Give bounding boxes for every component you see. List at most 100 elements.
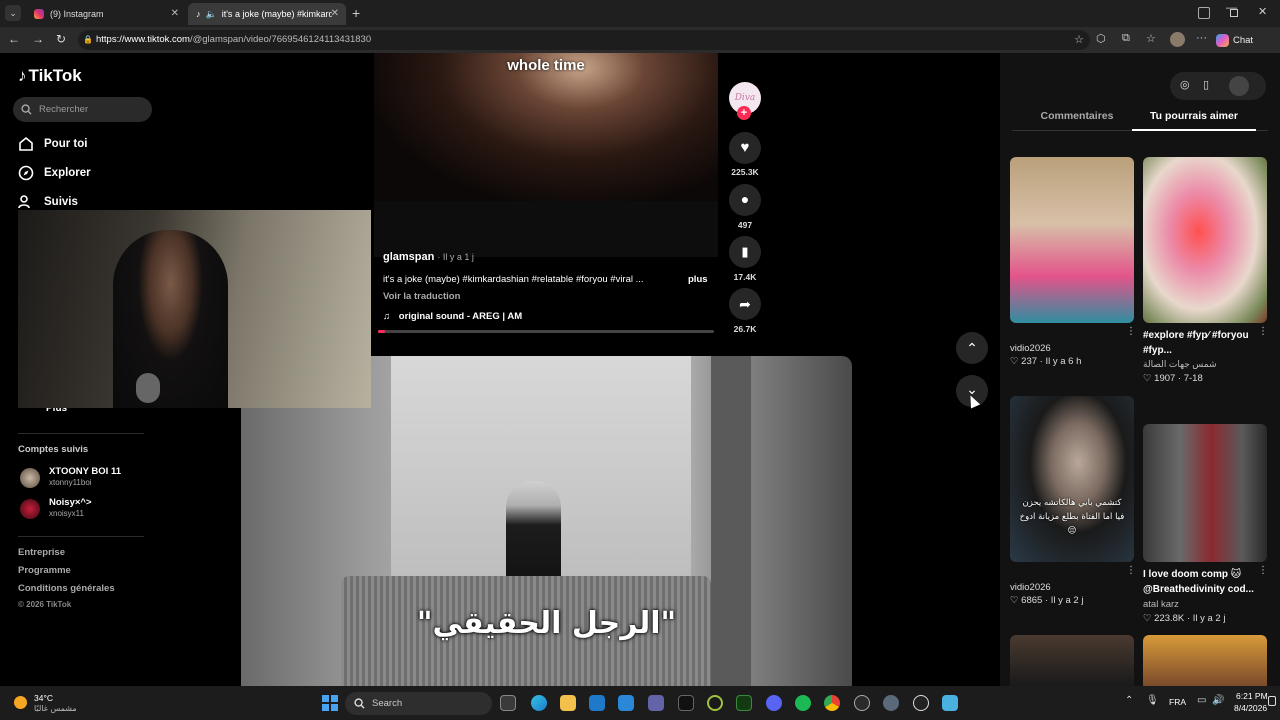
avatar[interactable] xyxy=(1229,76,1249,96)
spotify-icon[interactable] xyxy=(795,695,811,711)
footer-link[interactable]: Conditions générales xyxy=(18,583,115,594)
thumbnail-title[interactable]: I love doom comp 🐱 @Breathedivinity cod.… xyxy=(1143,567,1261,597)
thumbnail-meta: ♡ 6865 · Il y a 2 j xyxy=(1010,595,1084,606)
video-thumbnail[interactable] xyxy=(1010,157,1134,323)
notifications-icon[interactable] xyxy=(1268,696,1276,706)
webcam-microphone xyxy=(136,373,160,403)
microphone-icon[interactable]: 🎙 xyxy=(1146,695,1159,706)
footer-link[interactable]: Entreprise xyxy=(18,547,65,558)
app-icon[interactable] xyxy=(678,695,694,711)
share-button[interactable]: ➦ xyxy=(729,288,761,320)
follow-button[interactable]: + xyxy=(737,106,751,120)
store-icon[interactable] xyxy=(618,695,634,711)
star-icon[interactable]: ☆ xyxy=(1074,30,1084,50)
taskbar-search[interactable]: Search xyxy=(345,692,492,715)
followed-account[interactable]: XTOONY BOI 11 xtonny11boi xyxy=(18,465,218,491)
avatar[interactable] xyxy=(1170,32,1185,47)
language-indicator[interactable]: FRA xyxy=(1169,697,1186,707)
like-button[interactable]: ♥ xyxy=(729,132,761,164)
description-more-button[interactable]: plus xyxy=(688,274,708,285)
file-explorer-icon[interactable] xyxy=(560,695,576,711)
comment-icon: ● xyxy=(740,191,750,207)
device-icon[interactable]: ▯ xyxy=(1203,78,1209,91)
network-icon[interactable]: ▭ xyxy=(1197,695,1206,706)
outlook-icon[interactable] xyxy=(589,695,605,711)
followed-account[interactable]: Noisy×^> xnoisyx11 xyxy=(18,496,218,522)
more-options-icon[interactable]: ⋮ xyxy=(1258,326,1268,337)
notepad-icon[interactable] xyxy=(942,695,958,711)
video-author[interactable]: glamspan · Il y a 1 j xyxy=(383,251,474,263)
author-name[interactable]: glamspan xyxy=(383,251,434,263)
video-thumbnail[interactable]: كتشمي بابي هالكاتشه يحزن فيا اما الفتاة … xyxy=(1010,396,1134,562)
favorites-icon[interactable]: ☆ xyxy=(1146,32,1156,45)
more-options-icon[interactable]: ⋮ xyxy=(1126,565,1136,576)
share-count: 26.7K xyxy=(733,324,757,334)
webcam-person xyxy=(113,230,228,408)
tab-list-icon[interactable]: ⌄ xyxy=(5,5,21,21)
close-icon[interactable]: ✕ xyxy=(331,8,339,19)
url-input[interactable]: 🔒 https://www.tiktok.com/@glamspan/video… xyxy=(78,30,1090,50)
comment-button[interactable]: ● xyxy=(729,184,761,216)
chrome-icon[interactable] xyxy=(824,695,840,711)
obs-icon[interactable] xyxy=(854,695,870,711)
thumbnail-user[interactable]: vidio2026 xyxy=(1010,582,1051,593)
panel-toolbar: ◎ ▯ xyxy=(1170,72,1266,100)
sound-link[interactable]: ♫ original sound - AREG | AM xyxy=(383,311,522,322)
video-thumbnail[interactable] xyxy=(1143,424,1267,562)
copilot-chat-button[interactable]: Chat xyxy=(1216,31,1253,49)
tab-comments[interactable]: Commentaires xyxy=(1012,110,1142,122)
tab-tiktok[interactable]: ♪ 🔈 it's a joke (maybe) #kimkarda ✕ xyxy=(188,3,346,25)
translate-link[interactable]: Voir la traduction xyxy=(383,291,460,302)
thumbnail-title[interactable]: #explore #fyp⁄ #foryou #fyp... xyxy=(1143,328,1261,358)
forward-icon[interactable]: → xyxy=(32,32,44,46)
thumbnail-user[interactable]: شمس جهات الصالة xyxy=(1143,359,1217,370)
more-options-icon[interactable]: ⋮ xyxy=(1258,565,1268,576)
search-icon xyxy=(354,698,365,709)
video-thumbnail[interactable] xyxy=(1010,635,1134,686)
clock-time[interactable]: 6:21 PM xyxy=(1236,691,1268,701)
more-options-icon[interactable]: ⋮ xyxy=(1126,326,1136,337)
terminal-icon[interactable] xyxy=(736,695,752,711)
teams-icon[interactable] xyxy=(648,695,664,711)
footer-link[interactable]: Programme xyxy=(18,565,71,576)
start-button[interactable] xyxy=(322,695,338,711)
nav-explore[interactable]: Explorer xyxy=(18,162,91,184)
previous-video-button[interactable]: ⌃ xyxy=(956,332,988,364)
current-video[interactable]: whole time xyxy=(374,53,718,201)
extensions-icon[interactable]: ⬡ xyxy=(1096,32,1106,45)
video-progress-bar[interactable] xyxy=(378,330,714,333)
speaker-icon[interactable]: 🔈 xyxy=(206,9,217,20)
video-thumbnail[interactable] xyxy=(1143,635,1267,686)
edge-icon[interactable] xyxy=(531,695,547,711)
close-icon[interactable]: ✕ xyxy=(171,8,179,19)
tab-you-may-like[interactable]: Tu pourrais aimer xyxy=(1132,110,1256,122)
followed-heading: Comptes suivis xyxy=(18,444,89,455)
profile-icon[interactable] xyxy=(1198,7,1210,19)
settings-icon[interactable] xyxy=(883,695,899,711)
more-icon[interactable]: ··· xyxy=(1196,32,1207,44)
split-screen-icon[interactable]: ⧉ xyxy=(1122,32,1130,45)
search-input[interactable]: Rechercher xyxy=(13,97,152,122)
discord-icon[interactable] xyxy=(766,695,782,711)
task-view-icon[interactable] xyxy=(500,695,516,711)
back-icon[interactable]: ← xyxy=(8,32,20,46)
tray-overflow-icon[interactable]: ⌃ xyxy=(1125,695,1133,706)
following-icon xyxy=(18,195,30,209)
clock-date[interactable]: 8/4/2026 xyxy=(1234,703,1267,713)
refresh-icon[interactable]: ↻ xyxy=(56,32,66,46)
close-window-button[interactable]: ✕ xyxy=(1258,5,1267,18)
weather-widget[interactable]: 34°C مشمس غالبًا xyxy=(12,692,132,716)
maximize-button[interactable] xyxy=(1230,9,1238,17)
media-player-icon[interactable] xyxy=(913,695,929,711)
save-button[interactable]: ▮ xyxy=(729,236,761,268)
new-tab-icon[interactable]: + xyxy=(352,5,360,21)
tab-instagram[interactable]: (9) Instagram ✕ xyxy=(26,3,186,25)
tiktok-logo[interactable]: ♪ TikTok xyxy=(18,66,82,86)
thumbnail-user[interactable]: atal karz xyxy=(1143,599,1179,610)
volume-icon[interactable]: 🔊 xyxy=(1212,695,1224,706)
video-thumbnail[interactable] xyxy=(1143,157,1267,323)
nav-for-you[interactable]: Pour toi xyxy=(18,133,87,155)
thumbnail-user[interactable]: vidio2026 xyxy=(1010,343,1051,354)
xbox-icon[interactable] xyxy=(707,695,723,711)
pip-icon[interactable]: ◎ xyxy=(1180,78,1190,91)
